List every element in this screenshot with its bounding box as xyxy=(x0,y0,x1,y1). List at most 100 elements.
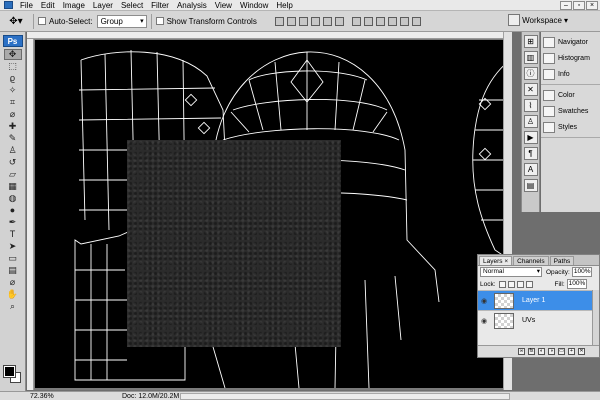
hand-tool[interactable]: ✋ xyxy=(4,289,22,300)
navigator-icon[interactable]: ⊞ xyxy=(523,35,538,48)
type-tool[interactable]: T xyxy=(4,229,22,240)
menu-layer[interactable]: Layer xyxy=(89,0,117,11)
workspace-switcher[interactable]: Workspace ▾ xyxy=(508,14,568,26)
align-buttons xyxy=(274,16,344,26)
distribute-bottom-icon[interactable] xyxy=(375,16,385,26)
adjustment-layer-icon[interactable]: ◑ xyxy=(548,348,555,355)
fill-input[interactable]: 100% xyxy=(566,279,587,289)
marquee-tool[interactable]: ⬚ xyxy=(4,61,22,72)
dock-item-info[interactable]: Info xyxy=(541,66,600,82)
show-transform-checkbox[interactable] xyxy=(155,17,164,25)
dock-item-styles[interactable]: Styles xyxy=(541,119,600,135)
minimize-icon[interactable]: – xyxy=(560,1,572,10)
app-logo-icon[interactable] xyxy=(0,0,16,11)
brushes-icon[interactable]: ⌇ xyxy=(523,99,538,112)
lasso-tool[interactable]: ϱ xyxy=(4,73,22,84)
foreground-color-swatch[interactable] xyxy=(3,365,16,378)
clone-source-icon[interactable]: ♙ xyxy=(523,115,538,128)
new-group-icon[interactable]: ▭ xyxy=(558,348,565,355)
distribute-right-icon[interactable] xyxy=(411,16,421,26)
document-canvas[interactable] xyxy=(35,40,510,388)
clone-stamp-tool[interactable]: ♙ xyxy=(4,145,22,156)
eyedropper-tool[interactable]: ⌀ xyxy=(4,109,22,120)
notes-tool[interactable]: ▤ xyxy=(4,265,22,276)
distribute-left-icon[interactable] xyxy=(387,16,397,26)
path-selection-tool[interactable]: ➤ xyxy=(4,241,22,252)
character-icon[interactable]: A xyxy=(523,163,538,176)
distribute-vcenter-icon[interactable] xyxy=(363,16,373,26)
tab-paths[interactable]: Paths xyxy=(549,256,575,265)
auto-select-dropdown[interactable]: Group ▾ xyxy=(96,14,147,28)
close-icon[interactable]: × xyxy=(586,1,598,10)
align-vcenter-icon[interactable] xyxy=(286,16,296,26)
lock-all-icon[interactable] xyxy=(525,280,533,288)
align-top-icon[interactable] xyxy=(274,16,284,26)
eye-icon[interactable]: ◉ xyxy=(478,297,490,305)
layers-panel-tabs: Layers × Channels Paths xyxy=(478,255,599,266)
shape-tool[interactable]: ▭ xyxy=(4,253,22,264)
layer-mask-icon[interactable]: ◐ xyxy=(538,348,545,355)
tab-channels[interactable]: Channels xyxy=(513,256,549,265)
distribute-top-icon[interactable] xyxy=(351,16,361,26)
move-tool[interactable]: ✥ xyxy=(3,49,22,60)
dock-item-histogram[interactable]: Histogram xyxy=(541,50,600,66)
menu-filter[interactable]: Filter xyxy=(147,0,173,11)
restore-icon[interactable]: ▫ xyxy=(573,1,585,10)
layers-scrollbar[interactable] xyxy=(592,290,599,346)
menu-file[interactable]: File xyxy=(16,0,37,11)
distribute-hcenter-icon[interactable] xyxy=(399,16,409,26)
menu-image[interactable]: Image xyxy=(59,0,89,11)
layer-style-icon[interactable]: fx xyxy=(528,348,535,355)
menu-help[interactable]: Help xyxy=(272,0,296,11)
tab-layers[interactable]: Layers × xyxy=(479,256,513,265)
actions-icon[interactable]: ▶ xyxy=(523,131,538,144)
dock-item-color[interactable]: Color xyxy=(541,87,600,103)
align-right-icon[interactable] xyxy=(334,16,344,26)
leather-texture-layer[interactable] xyxy=(127,140,341,347)
eye-icon[interactable]: ◉ xyxy=(478,317,490,325)
align-bottom-icon[interactable] xyxy=(298,16,308,26)
dodge-tool[interactable]: ● xyxy=(4,205,22,216)
eyedropper-2-tool[interactable]: ⌀ xyxy=(4,277,22,288)
trash-icon[interactable]: ✕ xyxy=(578,348,585,355)
gradient-tool[interactable]: ▦ xyxy=(4,181,22,192)
options-bar: ✥▾ Auto-Select: Group ▾ Show Transform C… xyxy=(0,11,600,32)
align-left-icon[interactable] xyxy=(310,16,320,26)
auto-select-checkbox[interactable] xyxy=(38,17,46,25)
blend-mode-dropdown[interactable]: Normal ▾ xyxy=(480,267,542,277)
horizontal-scrollbar[interactable] xyxy=(180,393,510,400)
zoom-tool[interactable]: ⌕ xyxy=(4,301,22,312)
history-brush-tool[interactable]: ↺ xyxy=(4,157,22,168)
pen-tool[interactable]: ✒ xyxy=(4,217,22,228)
layer-row-uvs[interactable]: ◉ UVs xyxy=(478,310,599,330)
info-icon[interactable]: ⓘ xyxy=(523,67,538,80)
menu-window[interactable]: Window xyxy=(236,0,272,11)
dock-item-navigator[interactable]: Navigator xyxy=(541,34,600,50)
layer-row-layer-1[interactable]: ◉ Layer 1 xyxy=(478,290,599,310)
blur-tool[interactable]: ◍ xyxy=(4,193,22,204)
healing-tool[interactable]: ✚ xyxy=(4,121,22,132)
brush-tool[interactable]: ✎ xyxy=(4,133,22,144)
zoom-level[interactable]: 72.36% xyxy=(30,393,60,400)
move-tool-preset-icon[interactable]: ✥▾ xyxy=(3,13,29,30)
menu-select[interactable]: Select xyxy=(117,0,147,11)
crop-tool[interactable]: ⌗ xyxy=(4,97,22,108)
dock-item-swatches[interactable]: Swatches xyxy=(541,103,600,119)
lock-position-icon[interactable] xyxy=(516,280,524,288)
magic-wand-tool[interactable]: ✧ xyxy=(4,85,22,96)
paragraph-icon[interactable]: ¶ xyxy=(523,147,538,160)
link-layers-icon[interactable]: ∞ xyxy=(518,348,525,355)
menu-view[interactable]: View xyxy=(211,0,236,11)
lock-pixels-icon[interactable] xyxy=(507,280,515,288)
tools-icon[interactable]: ✕ xyxy=(523,83,538,96)
layer-comps-icon[interactable]: ▤ xyxy=(523,179,538,192)
lock-transparency-icon[interactable] xyxy=(498,280,506,288)
new-layer-icon[interactable]: + xyxy=(568,348,575,355)
eraser-tool[interactable]: ▱ xyxy=(4,169,22,180)
align-hcenter-icon[interactable] xyxy=(322,16,332,26)
histogram-icon[interactable]: ▥ xyxy=(523,51,538,64)
menu-edit[interactable]: Edit xyxy=(37,0,59,11)
menu-analysis[interactable]: Analysis xyxy=(173,0,211,11)
opacity-input[interactable]: 100% xyxy=(571,267,592,277)
layer-thumbnail xyxy=(494,312,514,329)
